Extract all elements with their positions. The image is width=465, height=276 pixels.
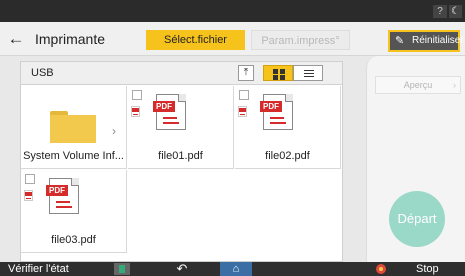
- folder-icon: [50, 111, 96, 143]
- chevron-right-icon: ›: [453, 80, 456, 90]
- reset-label: Réinitialiser: [412, 35, 464, 46]
- pencil-icon: ✎: [395, 35, 405, 47]
- start-button[interactable]: Départ: [389, 191, 445, 247]
- pdf-file-icon: PDF: [46, 178, 79, 214]
- grid-view-icon[interactable]: [263, 65, 293, 81]
- list-view-icon[interactable]: [293, 65, 323, 81]
- file-name: file01.pdf: [158, 150, 203, 162]
- bottom-bar: Vérifier l'état ↶ ⌂ Stop: [0, 262, 465, 276]
- panel-header: USB ⤒: [21, 62, 342, 85]
- home-icon[interactable]: ⌂: [220, 262, 252, 276]
- question-icon[interactable]: ?: [433, 5, 447, 18]
- app-title: Imprimante: [35, 31, 106, 47]
- reset-button[interactable]: ✎ Réinitialiser: [388, 30, 464, 52]
- file-name: file02.pdf: [265, 150, 310, 162]
- file-checkbox[interactable]: [25, 174, 35, 184]
- folder-tile[interactable]: › System Volume Inf...: [21, 86, 127, 169]
- storage-title: USB: [31, 67, 54, 79]
- pdf-file-icon: PDF: [260, 94, 293, 130]
- back-icon[interactable]: ↶: [172, 262, 192, 276]
- preview-button[interactable]: Aperçu ›: [375, 76, 461, 94]
- side-panel: Aperçu › Départ: [366, 56, 465, 262]
- file-tile[interactable]: PDF file03.pdf: [21, 170, 127, 253]
- tab-print-settings[interactable]: Param.impress°: [251, 30, 350, 50]
- stop-icon[interactable]: [376, 264, 386, 274]
- file-name: System Volume Inf...: [23, 150, 124, 162]
- battery-status-icon: [114, 263, 130, 275]
- folder-up-icon[interactable]: ⤒: [238, 65, 254, 81]
- tab-select-file[interactable]: Sélect.fichier: [146, 30, 245, 50]
- pdf-file-icon: PDF: [153, 94, 186, 130]
- back-arrow-icon[interactable]: ←: [6, 28, 26, 50]
- check-status-button[interactable]: Vérifier l'état: [8, 262, 69, 276]
- main-area: USB ⤒ › System Volume Inf... PDF file01.…: [0, 56, 465, 262]
- preview-label: Aperçu: [403, 80, 433, 90]
- moon-icon[interactable]: ☾: [449, 5, 462, 18]
- chevron-right-icon: ›: [112, 124, 116, 138]
- pdf-type-icon: [238, 106, 247, 117]
- status-bar: ? ☾: [0, 0, 465, 22]
- file-tile[interactable]: PDF file02.pdf: [235, 86, 341, 169]
- pdf-type-icon: [131, 106, 140, 117]
- file-name: file03.pdf: [51, 234, 96, 246]
- pdf-type-icon: [24, 190, 33, 201]
- header-bar: ← Imprimante Sélect.fichier Param.impres…: [0, 22, 465, 56]
- file-browser-panel: USB ⤒ › System Volume Inf... PDF file01.…: [20, 61, 343, 262]
- file-checkbox[interactable]: [239, 90, 249, 100]
- file-checkbox[interactable]: [132, 90, 142, 100]
- stop-button[interactable]: Stop: [416, 262, 439, 276]
- file-tile[interactable]: PDF file01.pdf: [128, 86, 234, 169]
